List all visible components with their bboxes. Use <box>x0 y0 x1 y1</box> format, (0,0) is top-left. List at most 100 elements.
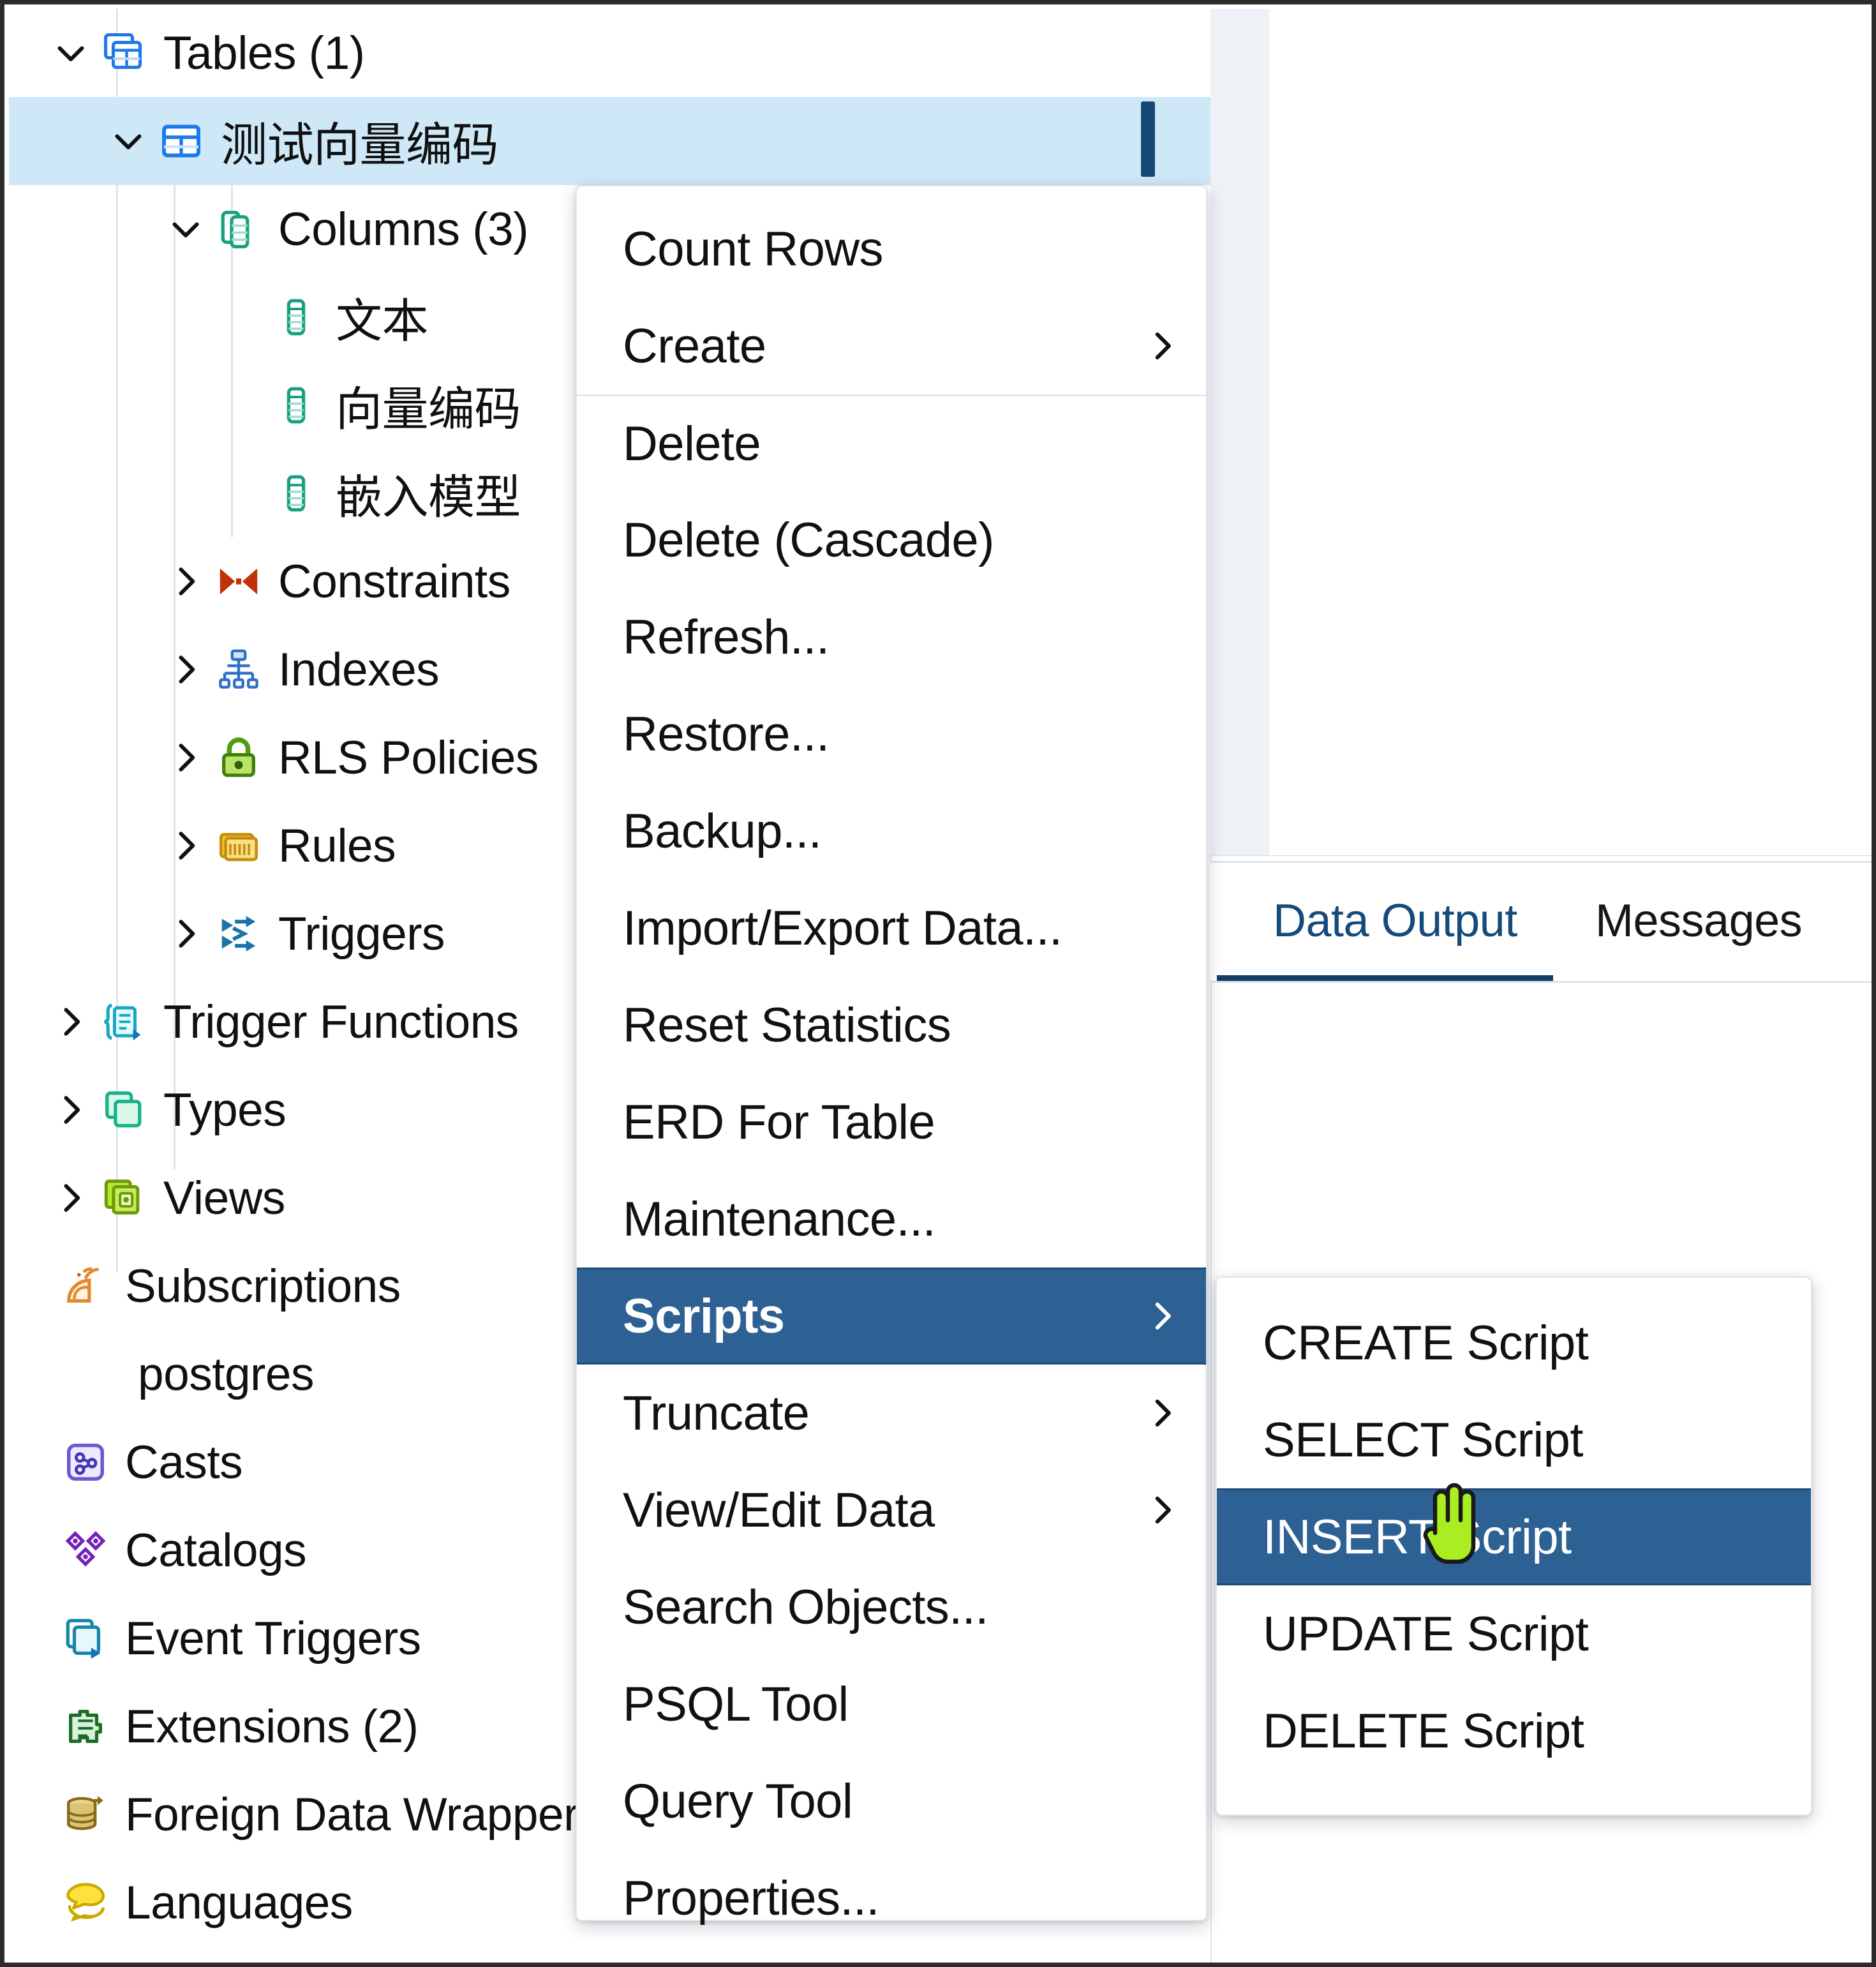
tree-item-label: Catalogs <box>125 1524 307 1576</box>
tree-item-label: Views <box>163 1172 285 1224</box>
chevron-right-icon[interactable] <box>162 738 209 777</box>
menu-item-label: Scripts <box>623 1289 785 1343</box>
menu-item-psql-tool[interactable]: PSQL Tool <box>577 1656 1206 1753</box>
menu-item-backup[interactable]: Backup... <box>577 782 1206 879</box>
constraints-icon <box>209 559 268 604</box>
menu-item-query-tool[interactable]: Query Tool <box>577 1753 1206 1850</box>
column-icon <box>267 385 325 425</box>
submenu-item-label: DELETE Script <box>1263 1703 1584 1758</box>
menu-item-label: Properties... <box>623 1871 880 1926</box>
triggers-icon <box>209 911 268 956</box>
submenu-item-label: INSERT Script <box>1263 1509 1572 1564</box>
menu-item-reset-statistics[interactable]: Reset Statistics <box>577 976 1206 1073</box>
chevron-right-icon[interactable] <box>162 650 209 689</box>
chevron-right-icon[interactable] <box>162 826 209 865</box>
menu-item-label: Search Objects... <box>623 1580 988 1634</box>
chevron-right-icon[interactable] <box>47 1179 94 1217</box>
menu-item-label: Query Tool <box>623 1774 853 1829</box>
menu-item-label: Create <box>623 318 766 373</box>
submenu-item-label: SELECT Script <box>1263 1412 1583 1467</box>
tree-item-label: 测试向量编码 <box>221 118 499 172</box>
tree-item-label: 嵌入模型 <box>336 470 521 525</box>
panel-gutter <box>1210 9 1269 855</box>
menu-item-truncate[interactable]: Truncate <box>577 1365 1206 1462</box>
chevron-down-icon[interactable] <box>47 34 94 72</box>
types-icon <box>94 1088 153 1132</box>
rules-icon <box>209 823 268 868</box>
submenu-item-insert-script[interactable]: INSERT Script <box>1217 1488 1811 1585</box>
submenu-item-select-script[interactable]: SELECT Script <box>1217 1391 1811 1488</box>
chevron-right-icon <box>1142 1395 1180 1432</box>
submenu-item-label: UPDATE Script <box>1263 1606 1589 1661</box>
submenu-item-create-script[interactable]: CREATE Script <box>1217 1294 1811 1391</box>
scripts-submenu[interactable]: CREATE Script SELECT Script INSERT Script U… <box>1216 1276 1812 1816</box>
chevron-right-icon[interactable] <box>162 562 209 601</box>
menu-item-erd-for-table[interactable]: ERD For Table <box>577 1073 1206 1170</box>
menu-item-label: View/Edit Data <box>623 1483 935 1537</box>
column-icon <box>267 474 325 513</box>
table-context-menu[interactable]: Count Rows Create Delete Delete (Cascade) Re… <box>576 185 1207 1926</box>
table-icon <box>152 118 211 164</box>
menu-item-delete[interactable]: Delete <box>577 394 1206 491</box>
chevron-right-icon[interactable] <box>47 1003 94 1041</box>
menu-item-maintenance[interactable]: Maintenance... <box>577 1170 1206 1268</box>
menu-item-search-objects[interactable]: Search Objects... <box>577 1559 1206 1656</box>
menu-item-label: Count Rows <box>623 221 884 276</box>
panel-gutter-edge <box>1210 855 1872 856</box>
menu-item-refresh[interactable]: Refresh... <box>577 588 1206 685</box>
pgadmin-browser-window: Tables (1) 测试向量编码 Columns (3) 文本 向量编码 嵌入… <box>0 0 1876 1967</box>
tree-item-0[interactable]: Tables (1) <box>9 9 1210 97</box>
submenu-item-delete-script[interactable]: DELETE Script <box>1217 1682 1811 1779</box>
tree-item-1[interactable]: 测试向量编码 <box>9 97 1210 185</box>
menu-item-label: Delete <box>623 417 761 471</box>
menu-item-count-rows[interactable]: Count Rows <box>577 200 1206 297</box>
tree-item-label: Columns (3) <box>278 203 529 255</box>
tree-item-label: postgres <box>138 1348 315 1400</box>
rls-policies-icon <box>209 735 268 780</box>
tab-data-output[interactable]: Data Output <box>1273 863 1517 979</box>
menu-item-label: Restore... <box>623 707 830 761</box>
menu-item-scripts[interactable]: Scripts <box>577 1268 1206 1365</box>
menu-item-label: Reset Statistics <box>623 998 951 1052</box>
tree-item-label: Indexes <box>278 643 440 696</box>
tree-item-label: Triggers <box>278 908 445 960</box>
casts-icon <box>56 1440 115 1485</box>
chevron-down-icon[interactable] <box>105 122 152 160</box>
tab-label: Messages <box>1595 895 1803 946</box>
tab-messages[interactable]: Messages <box>1595 863 1803 979</box>
chevron-right-icon[interactable] <box>47 1091 94 1129</box>
menu-item-delete-cascade[interactable]: Delete (Cascade) <box>577 491 1206 588</box>
tree-item-label: 向量编码 <box>336 382 521 437</box>
chevron-down-icon[interactable] <box>162 210 209 248</box>
menu-item-label: Delete (Cascade) <box>623 512 994 567</box>
menu-item-label: Maintenance... <box>623 1192 936 1246</box>
tree-item-label: Languages <box>125 1876 353 1929</box>
chevron-right-icon <box>1142 1298 1180 1335</box>
tree-item-label: Trigger Functions <box>163 996 519 1048</box>
tab-label: Data Output <box>1273 895 1517 946</box>
chevron-right-icon[interactable] <box>162 915 209 953</box>
foreign-data-wrappers-icon <box>56 1792 115 1837</box>
menu-item-label: ERD For Table <box>623 1095 935 1149</box>
active-tab-underline <box>1217 975 1553 981</box>
menu-item-label: Truncate <box>623 1386 810 1440</box>
tree-item-label: RLS Policies <box>278 731 539 784</box>
menu-item-properties[interactable]: Properties... <box>577 1850 1206 1947</box>
tree-item-label: Extensions (2) <box>125 1700 419 1753</box>
tree-item-label: Subscriptions <box>125 1260 401 1312</box>
indexes-icon <box>209 647 268 692</box>
output-tab-strip[interactable]: Data Output Messages <box>1210 861 1872 983</box>
menu-item-view-edit-data[interactable]: View/Edit Data <box>577 1462 1206 1559</box>
menu-item-label: Import/Export Data... <box>623 901 1062 955</box>
tables-icon <box>94 30 153 76</box>
menu-item-restore[interactable]: Restore... <box>577 685 1206 782</box>
submenu-item-update-script[interactable]: UPDATE Script <box>1217 1585 1811 1682</box>
menu-item-label: PSQL Tool <box>623 1677 849 1731</box>
column-icon <box>267 297 325 337</box>
menu-item-import-export-data[interactable]: Import/Export Data... <box>577 879 1206 976</box>
event-triggers-icon <box>56 1616 115 1661</box>
menu-item-create[interactable]: Create <box>577 297 1206 394</box>
catalogs-icon <box>56 1528 115 1573</box>
menu-item-label: Backup... <box>623 804 822 858</box>
tree-item-label: Rules <box>278 819 396 872</box>
